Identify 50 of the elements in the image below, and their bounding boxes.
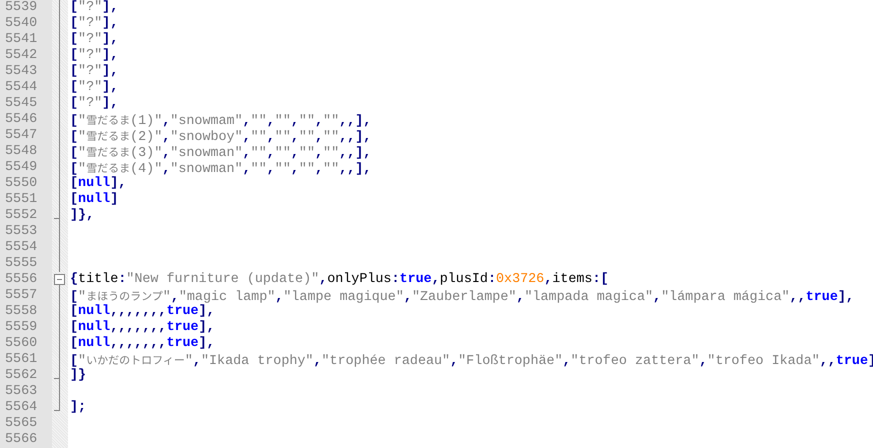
- code-line: [null,,,,,,,true],: [70, 320, 215, 336]
- line-number: 5563: [5, 384, 38, 400]
- code-line: ["?"],: [70, 48, 118, 64]
- code-line: {title:"New furniture (update)",onlyPlus:true,plusId:0x3726,items:[: [70, 272, 609, 288]
- code-line: ["?"],: [70, 0, 118, 16]
- code-line: [null,,,,,,,true],: [70, 304, 215, 320]
- code-line: ]}: [70, 368, 86, 384]
- code-line: ["?"],: [70, 80, 118, 96]
- line-number: 5549: [5, 160, 38, 176]
- code-line: [null],: [70, 176, 126, 192]
- line-number: 5544: [5, 80, 38, 96]
- line-number: 5565: [5, 416, 38, 432]
- code-line: ];: [70, 400, 86, 416]
- code-line: [null]: [70, 192, 118, 208]
- code-line: ["まほうのランプ","magic lamp","lampe magique","Zauberlampe","lampada magica","lámpara mágica",,true],: [70, 288, 854, 305]
- line-number: 5541: [5, 32, 38, 48]
- code-line: ["?"],: [70, 96, 118, 112]
- line-number: 5561: [5, 352, 38, 368]
- line-number: 5543: [5, 64, 38, 80]
- line-number: 5566: [5, 432, 38, 448]
- line-number: 5554: [5, 240, 38, 256]
- line-number: 5546: [5, 112, 38, 128]
- line-number: 5559: [5, 320, 38, 336]
- line-number: 5550: [5, 176, 38, 192]
- code-line: ["雪だるま(1)","snowmam","","","","",,],: [70, 112, 372, 130]
- line-number: 5555: [5, 256, 38, 272]
- line-number: 5545: [5, 96, 38, 112]
- line-number: 5539: [5, 0, 38, 16]
- line-number: 5558: [5, 304, 38, 320]
- line-number: 5548: [5, 144, 38, 160]
- code-line: ["雪だるま(4)","snowman","","","","",,],: [70, 160, 372, 177]
- code-line: [null,,,,,,,true],: [70, 336, 215, 352]
- code-line: ]},: [70, 208, 94, 224]
- line-number: 5564: [5, 400, 38, 416]
- code-line: ["?"],: [70, 32, 118, 48]
- line-number: 5562: [5, 368, 38, 384]
- code-line: ["雪だるま(3)","snowman","","","","",,],: [70, 144, 372, 162]
- fold-toggle-icon[interactable]: [54, 274, 65, 285]
- line-number: 5556: [5, 272, 38, 288]
- line-number: 5551: [5, 192, 38, 208]
- line-number: 5552: [5, 208, 38, 224]
- line-number: 5547: [5, 128, 38, 144]
- code-line: ["?"],: [70, 16, 118, 32]
- line-number: 5560: [5, 336, 38, 352]
- line-number: 5557: [5, 288, 38, 304]
- code-line: ["?"],: [70, 64, 118, 80]
- line-number: 5553: [5, 224, 38, 240]
- line-number: 5540: [5, 16, 38, 32]
- line-number: 5542: [5, 48, 38, 64]
- code-line: ["雪だるま(2)","snowboy","","","","",,],: [70, 128, 372, 146]
